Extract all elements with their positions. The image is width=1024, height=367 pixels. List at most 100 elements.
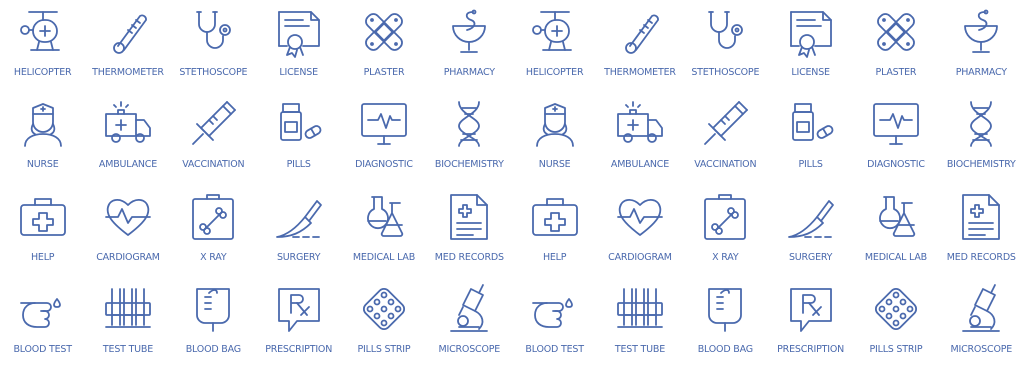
icon-tile: SURGERY bbox=[256, 185, 341, 277]
icon-label: NURSE bbox=[538, 159, 571, 170]
helicopter-icon bbox=[529, 6, 581, 58]
icon-label: AMBULANCE bbox=[98, 159, 158, 170]
icon-label: MED RECORDS bbox=[946, 252, 1016, 263]
icon-label: HELICOPTER bbox=[525, 67, 584, 78]
icon-label: HELP bbox=[542, 252, 567, 263]
icon-tile: PILLS bbox=[256, 92, 341, 185]
icon-label: PHARMACY bbox=[443, 67, 495, 78]
icon-label: VACCINATION bbox=[182, 159, 245, 170]
icon-label: LICENSE bbox=[791, 67, 830, 78]
first-aid-kit-icon bbox=[529, 191, 581, 243]
icon-tile: DIAGNOSTIC bbox=[853, 92, 938, 185]
icon-tile: PLASTER bbox=[341, 0, 426, 92]
nurse-icon bbox=[17, 98, 69, 150]
heart-pulse-icon bbox=[102, 191, 154, 243]
icon-tile: PHARMACY bbox=[939, 0, 1024, 92]
icon-tile: HELP bbox=[0, 185, 85, 277]
plaster-icon bbox=[358, 6, 410, 58]
icon-tile: CARDIOGRAM bbox=[85, 185, 170, 277]
icon-label: X RAY bbox=[200, 252, 227, 263]
icon-label: DIAGNOSTIC bbox=[867, 159, 925, 170]
icon-label: AMBULANCE bbox=[610, 159, 670, 170]
microscope-icon bbox=[443, 283, 495, 335]
icon-tile: BLOOD TEST bbox=[512, 277, 597, 367]
icon-tile: BLOOD TEST bbox=[0, 277, 85, 367]
heart-pulse-icon bbox=[614, 191, 666, 243]
pharmacy-icon bbox=[955, 6, 1007, 58]
icon-tile: NURSE bbox=[512, 92, 597, 185]
icon-tile: DIAGNOSTIC bbox=[341, 92, 426, 185]
monitor-icon bbox=[870, 98, 922, 150]
syringe-icon bbox=[699, 98, 751, 150]
dna-icon bbox=[955, 98, 1007, 150]
thermometer-icon bbox=[614, 6, 666, 58]
icon-tile: BLOOD BAG bbox=[683, 277, 768, 367]
first-aid-kit-icon bbox=[17, 191, 69, 243]
pill-strip-icon bbox=[358, 283, 410, 335]
pharmacy-icon bbox=[443, 6, 495, 58]
icon-tile: CARDIOGRAM bbox=[597, 185, 682, 277]
icon-tile: AMBULANCE bbox=[85, 92, 170, 185]
icon-tile: LICENSE bbox=[256, 0, 341, 92]
icon-tile: MICROSCOPE bbox=[939, 277, 1024, 367]
icon-tile: NURSE bbox=[0, 92, 85, 185]
icon-label: LICENSE bbox=[279, 67, 318, 78]
icon-label: PILLS bbox=[798, 159, 823, 170]
icon-tile: VACCINATION bbox=[683, 92, 768, 185]
icon-tile: PLASTER bbox=[853, 0, 938, 92]
icon-tile: MED RECORDS bbox=[939, 185, 1024, 277]
icon-label: MEDICAL LAB bbox=[352, 252, 416, 263]
nurse-icon bbox=[529, 98, 581, 150]
license-icon bbox=[273, 6, 325, 58]
icon-label: THERMOMETER bbox=[604, 67, 676, 78]
icon-tile: X RAY bbox=[683, 185, 768, 277]
scalpel-icon bbox=[273, 191, 325, 243]
thermometer-icon bbox=[102, 6, 154, 58]
icon-label: PRESCRIPTION bbox=[777, 344, 845, 355]
flasks-icon bbox=[870, 191, 922, 243]
icon-grid: HELICOPTER THERMOMETER STETHOSCOPE LICENSE P… bbox=[0, 0, 1024, 367]
blood-bag-icon bbox=[699, 283, 751, 335]
icon-tile: LICENSE bbox=[768, 0, 853, 92]
helicopter-icon bbox=[17, 6, 69, 58]
icon-tile: BLOOD BAG bbox=[171, 277, 256, 367]
icon-tile: MED RECORDS bbox=[427, 185, 512, 277]
icon-tile: AMBULANCE bbox=[597, 92, 682, 185]
icon-tile: TEST TUBE bbox=[597, 277, 682, 367]
icon-label: TEST TUBE bbox=[102, 344, 154, 355]
xray-bone-icon bbox=[699, 191, 751, 243]
icon-tile: STETHOSCOPE bbox=[683, 0, 768, 92]
icon-label: PLASTER bbox=[875, 67, 917, 78]
icon-label: DIAGNOSTIC bbox=[355, 159, 413, 170]
icon-label: SURGERY bbox=[788, 252, 833, 263]
icon-label: VACCINATION bbox=[694, 159, 757, 170]
plaster-icon bbox=[870, 6, 922, 58]
icon-label: BIOCHEMISTRY bbox=[946, 159, 1016, 170]
icon-tile: PILLS STRIP bbox=[341, 277, 426, 367]
icon-tile: PRESCRIPTION bbox=[768, 277, 853, 367]
icon-label: MED RECORDS bbox=[434, 252, 504, 263]
icon-label: BIOCHEMISTRY bbox=[434, 159, 504, 170]
dna-icon bbox=[443, 98, 495, 150]
scalpel-icon bbox=[785, 191, 837, 243]
icon-tile: MICROSCOPE bbox=[427, 277, 512, 367]
icon-label: TEST TUBE bbox=[614, 344, 666, 355]
icon-tile: PILLS bbox=[768, 92, 853, 185]
test-tubes-icon bbox=[614, 283, 666, 335]
icon-tile: THERMOMETER bbox=[597, 0, 682, 92]
icon-label: THERMOMETER bbox=[92, 67, 164, 78]
flasks-icon bbox=[358, 191, 410, 243]
icon-label: MICROSCOPE bbox=[438, 344, 501, 355]
icon-label: PRESCRIPTION bbox=[265, 344, 333, 355]
icon-label: HELP bbox=[30, 252, 55, 263]
icon-tile: MEDICAL LAB bbox=[341, 185, 426, 277]
icon-label: STETHOSCOPE bbox=[179, 67, 248, 78]
icon-tile: STETHOSCOPE bbox=[171, 0, 256, 92]
icon-label: NURSE bbox=[26, 159, 59, 170]
icon-tile: VACCINATION bbox=[171, 92, 256, 185]
medical-record-icon bbox=[443, 191, 495, 243]
icon-label: BLOOD BAG bbox=[697, 344, 753, 355]
pills-icon bbox=[785, 98, 837, 150]
icon-tile: HELP bbox=[512, 185, 597, 277]
test-tubes-icon bbox=[102, 283, 154, 335]
